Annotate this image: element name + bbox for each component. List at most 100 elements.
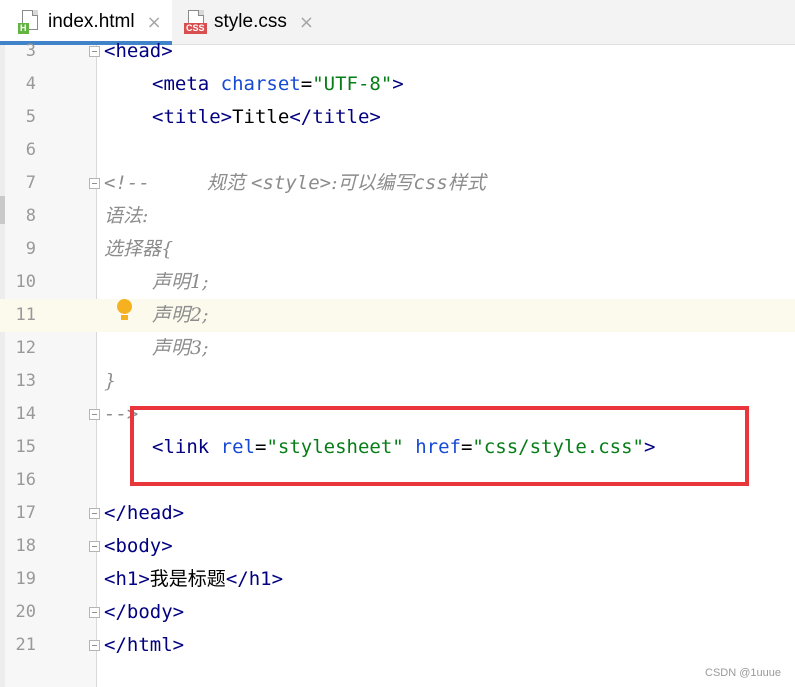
code-text: 语法: (104, 200, 148, 233)
code-token: h1 (115, 568, 139, 590)
code-token: 样式 (447, 172, 486, 194)
code-line[interactable]: 4 <meta charset="UTF-8"> (0, 68, 795, 101)
code-line[interactable]: 6 (0, 134, 795, 167)
line-number: 17 (15, 503, 36, 523)
code-token: > (161, 40, 173, 62)
html-file-badge: H (18, 23, 29, 34)
code-token: 声明2; (152, 304, 209, 326)
code-token: > (220, 106, 233, 128)
fold-toggle-icon[interactable] (89, 409, 100, 420)
code-text: <meta charset="UTF-8"> (152, 68, 404, 101)
code-token: } (104, 370, 117, 392)
css-file-icon: CSS (184, 10, 207, 34)
code-token: meta (163, 73, 210, 95)
code-token: > (271, 568, 284, 590)
code-editor[interactable]: 3 <head> 4 <meta charset="UTF-8"> 5 <title>Ti… (0, 40, 795, 687)
line-number: 4 (25, 74, 36, 94)
line-number: 11 (15, 305, 36, 325)
line-number: 13 (15, 371, 36, 391)
code-token: 我是标题 (149, 568, 226, 590)
html-file-icon: H (18, 10, 40, 34)
code-line[interactable]: 21 </html> (0, 629, 795, 662)
code-token: 选择器{ (104, 238, 174, 260)
code-token: > (172, 502, 185, 524)
fold-toggle-icon[interactable] (89, 541, 100, 552)
close-icon[interactable]: × (299, 12, 314, 33)
line-number: 15 (15, 437, 36, 457)
code-token: :可以编写 (331, 172, 414, 194)
line-number: 10 (15, 272, 36, 292)
line-number: 9 (25, 239, 36, 259)
code-token: head (115, 40, 162, 62)
code-token: > (392, 73, 404, 95)
tab-label: index.html (48, 11, 135, 32)
code-line[interactable]: 3 <head> (0, 35, 795, 68)
code-token: title (312, 106, 370, 128)
fold-toggle-icon[interactable] (89, 640, 100, 651)
code-text: 声明1; (152, 266, 209, 299)
close-icon[interactable]: × (147, 12, 162, 33)
code-token: < (104, 40, 116, 62)
line-number: 5 (25, 107, 36, 127)
code-line[interactable]: 9 选择器{ (0, 233, 795, 266)
code-token: > (172, 601, 185, 623)
code-token: > (369, 106, 381, 128)
code-token: < (104, 535, 116, 557)
code-text: 选择器{ (104, 233, 173, 266)
code-text: <h1>我是标题</h1> (104, 563, 283, 596)
code-line[interactable]: 5 <title>Title</title> (0, 101, 795, 134)
code-token: "UTF-8" (312, 73, 393, 95)
code-token: css (413, 172, 448, 194)
code-token: title (163, 106, 221, 128)
code-text: </html> (104, 629, 184, 662)
code-token: html (126, 634, 173, 656)
code-text: <head> (104, 35, 173, 68)
fold-toggle-icon[interactable] (89, 508, 100, 519)
code-token: Title (232, 106, 290, 128)
code-token: = (300, 73, 313, 95)
code-token: charset (220, 73, 301, 95)
code-line[interactable]: 12 声明3; (0, 332, 795, 365)
code-token: body (126, 601, 173, 623)
line-number: 8 (25, 206, 36, 226)
code-token: </ (104, 634, 127, 656)
code-token: < (152, 106, 164, 128)
code-text: <body> (104, 530, 173, 563)
code-token: </ (225, 568, 249, 590)
line-number: 7 (25, 173, 36, 193)
code-line[interactable]: 20 </body> (0, 596, 795, 629)
code-line[interactable]: 10 声明1; (0, 266, 795, 299)
code-token: h1 (248, 568, 272, 590)
line-number: 14 (15, 404, 36, 424)
code-line[interactable]: 13} (0, 365, 795, 398)
code-token: head (126, 502, 173, 524)
line-number: 19 (15, 569, 36, 589)
code-line[interactable]: 17 </head> (0, 497, 795, 530)
line-number: 21 (15, 635, 36, 655)
watermark: CSDN @1uuue (705, 667, 781, 679)
code-token: > (138, 568, 150, 590)
code-line[interactable]: 8 语法: (0, 200, 795, 233)
code-line[interactable]: 7 <!-- 规范 <style>:可以编写css样式 (0, 167, 795, 200)
code-token: <style> (251, 172, 332, 194)
code-token: 规范 (206, 172, 251, 194)
code-text: 声明2; (152, 299, 209, 332)
highlight-box (130, 406, 749, 486)
code-line[interactable]: 18 <body> (0, 530, 795, 563)
code-token: < (104, 568, 116, 590)
code-token: > (172, 634, 185, 656)
code-text: 声明3; (152, 332, 209, 365)
code-token: </ (104, 502, 127, 524)
code-text: </head> (104, 497, 184, 530)
code-text: } (104, 365, 116, 398)
code-line[interactable]: 19 <h1>我是标题</h1> (0, 563, 795, 596)
lightbulb-icon[interactable] (116, 299, 134, 321)
code-token: < (152, 73, 164, 95)
code-token: </ (289, 106, 313, 128)
code-token: 语法: (104, 205, 149, 227)
fold-toggle-icon[interactable] (89, 178, 100, 189)
line-number: 20 (15, 602, 36, 622)
fold-toggle-icon[interactable] (89, 46, 100, 57)
fold-toggle-icon[interactable] (89, 607, 100, 618)
code-text: <!-- 规范 <style>:可以编写css样式 (104, 167, 486, 200)
